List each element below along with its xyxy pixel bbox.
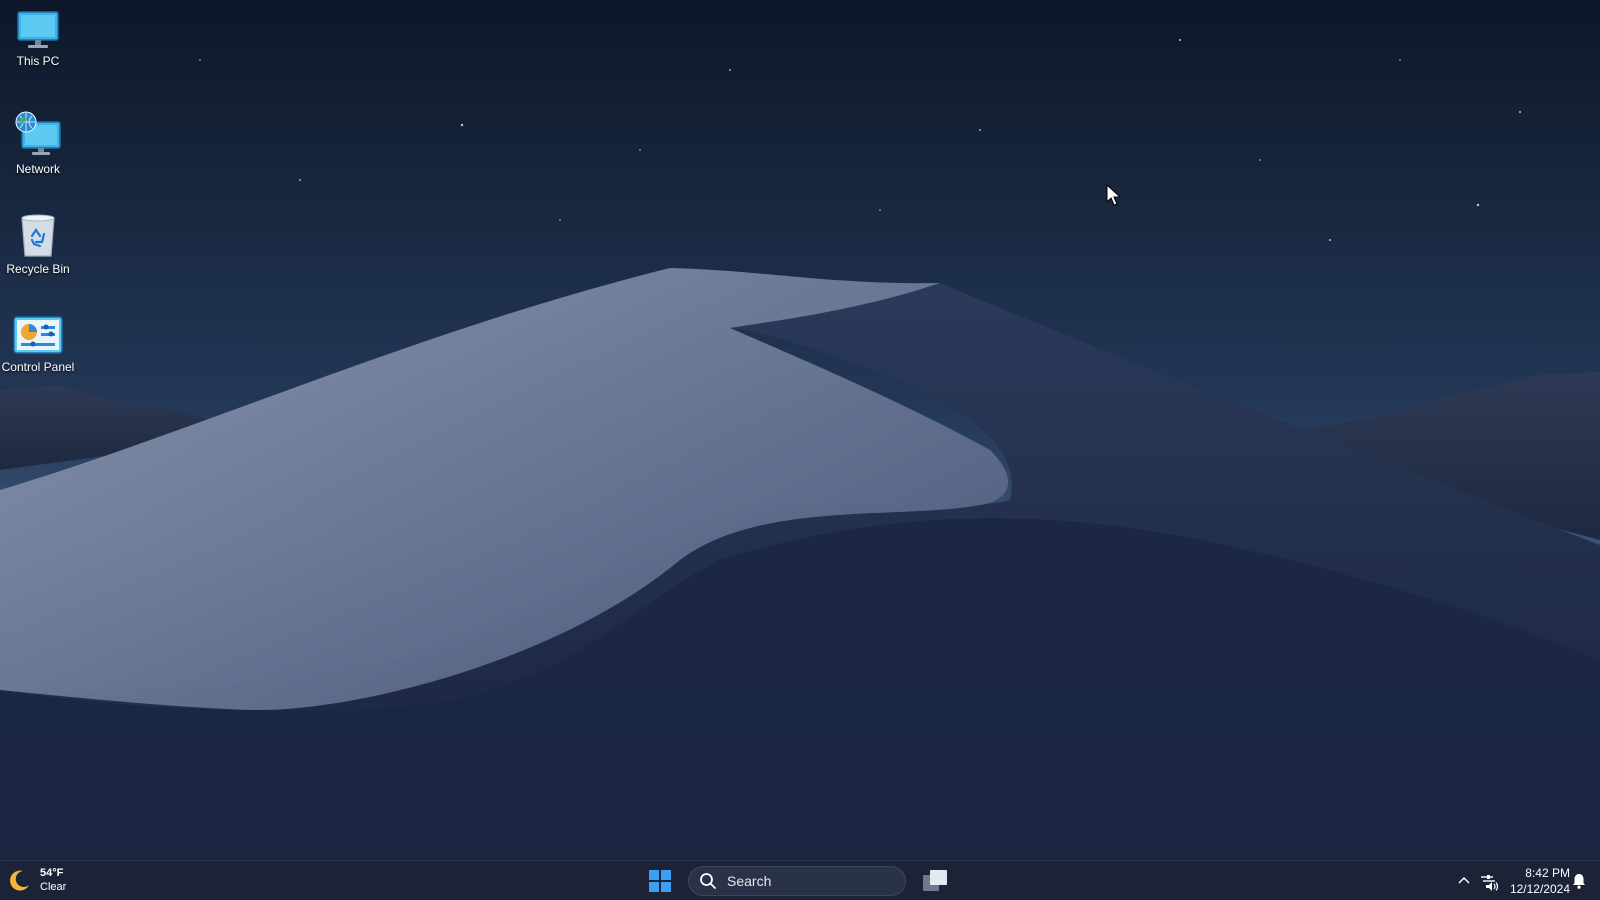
desktop: This PC Network Recycle Bin Control Pane… <box>0 0 1600 900</box>
network-icon <box>1481 875 1495 882</box>
desktop-icon-network[interactable]: Network <box>0 110 76 176</box>
desktop-icon-label: Control Panel <box>1 360 75 374</box>
network-globe-icon <box>15 111 61 155</box>
desktop-icon-control-panel[interactable]: Control Panel <box>0 316 76 374</box>
desktop-wallpaper <box>0 0 1600 900</box>
monitor-icon <box>17 11 59 48</box>
task-view-icon[interactable] <box>922 869 948 893</box>
weather-widget[interactable]: 54°F Clear <box>8 866 66 894</box>
control-panel-icon <box>13 316 63 354</box>
weather-condition: Clear <box>40 881 67 893</box>
search-icon <box>699 872 717 890</box>
taskbar: 54°F Clear Search 8:42 PM 12/12/2024 <box>0 860 1600 900</box>
moon-icon <box>10 870 29 891</box>
bell-icon[interactable] <box>1570 872 1588 890</box>
clock-time: 8:42 PM <box>1525 866 1570 880</box>
desktop-icon-this-pc[interactable]: This PC <box>0 10 76 68</box>
chevron-up-icon[interactable] <box>1456 873 1472 889</box>
windows-start-icon[interactable] <box>648 869 672 893</box>
search-input[interactable]: Search <box>688 866 906 896</box>
desktop-icon-recycle-bin[interactable]: Recycle Bin <box>0 212 76 276</box>
network-volume-icon[interactable] <box>1478 871 1500 893</box>
desktop-icon-label: This PC <box>16 54 60 68</box>
volume-icon <box>1486 882 1499 891</box>
desktop-icon-label: Recycle Bin <box>6 262 70 276</box>
clock-date: 12/12/2024 <box>1509 882 1570 896</box>
desktop-icon-label: Network <box>15 162 60 176</box>
weather-temperature: 54°F <box>40 867 64 879</box>
system-clock[interactable]: 8:42 PM 12/12/2024 <box>1500 865 1570 897</box>
search-placeholder: Search <box>727 873 772 889</box>
recycle-bin-icon <box>21 214 55 257</box>
mouse-cursor-icon <box>1106 184 1122 206</box>
